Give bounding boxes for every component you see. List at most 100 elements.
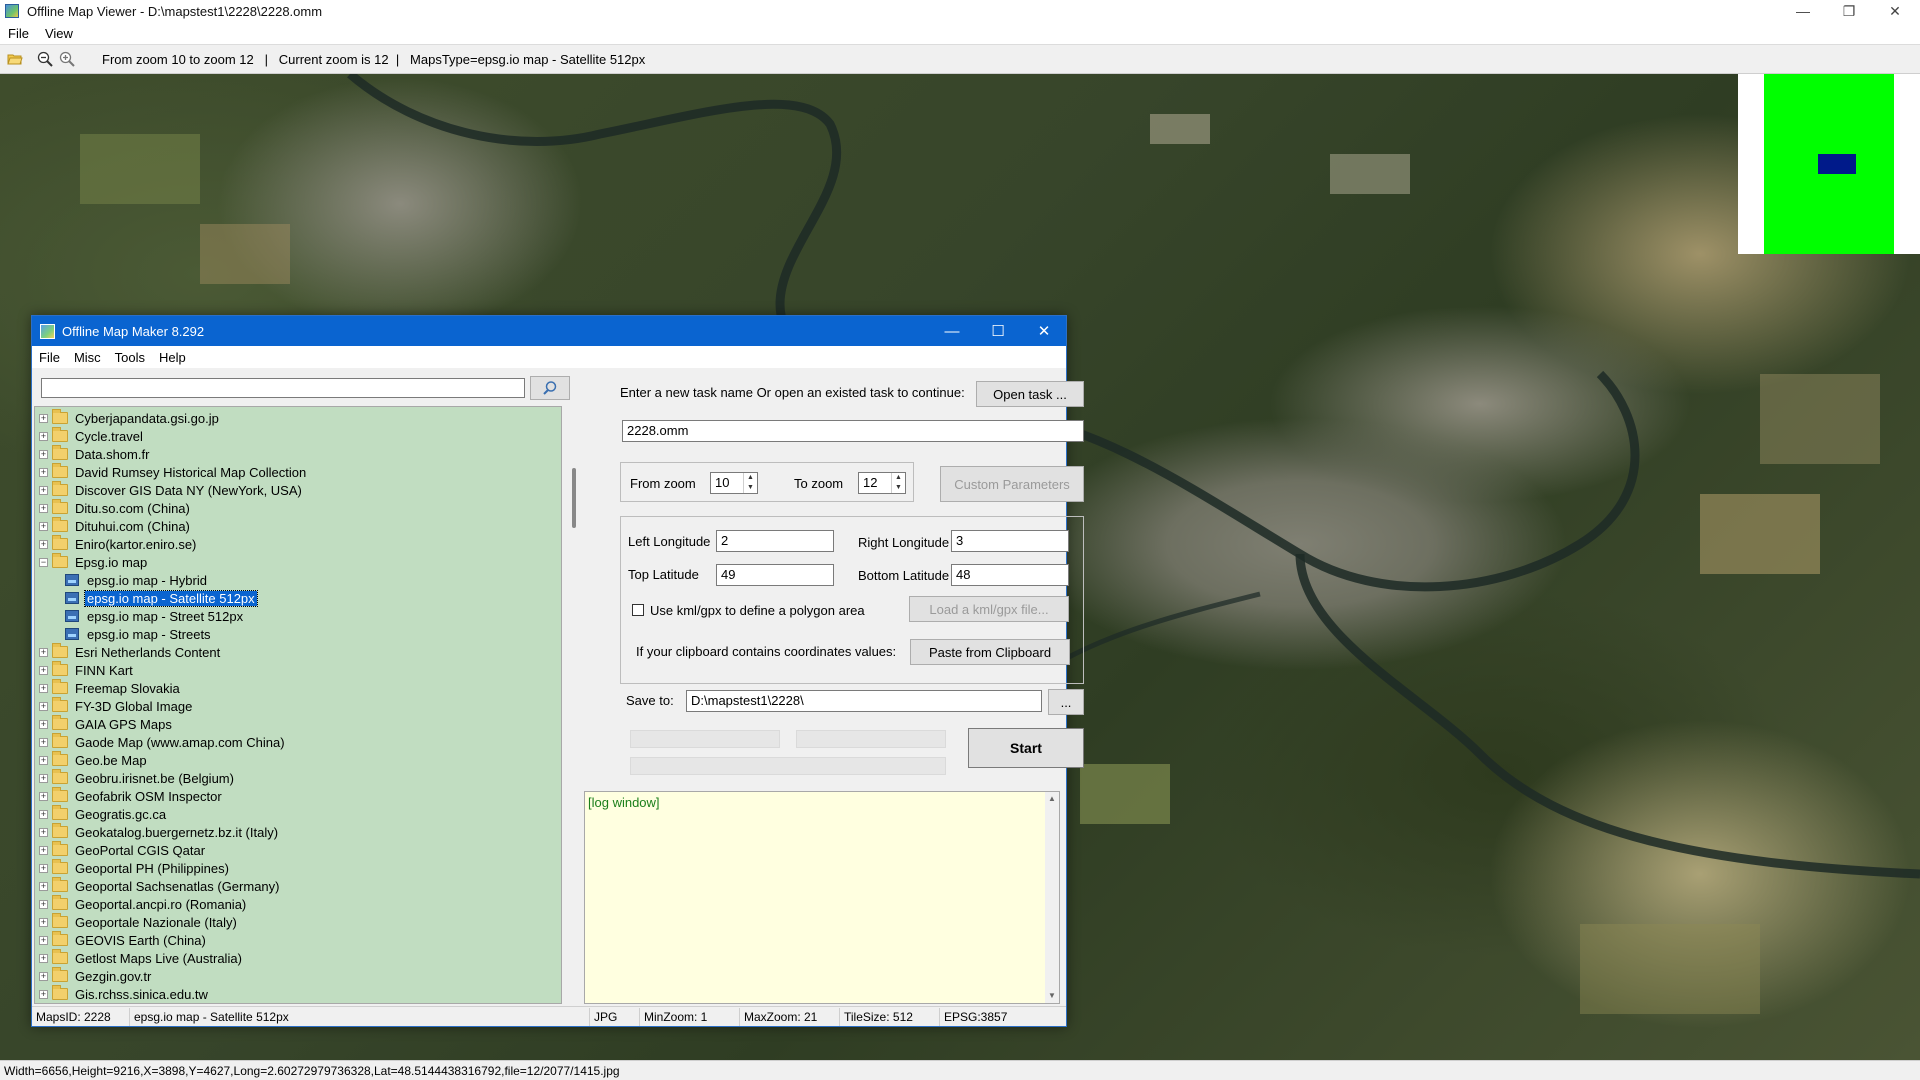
tree-map-item[interactable]: epsg.io map - Street 512px xyxy=(65,607,245,625)
tree-scrollbar[interactable] xyxy=(566,406,584,1004)
chevron-down-icon[interactable]: ▼ xyxy=(892,483,905,493)
expand-icon[interactable]: + xyxy=(39,971,48,981)
tree-folder-item[interactable]: + David Rumsey Historical Map Collection xyxy=(39,463,308,481)
from-zoom-spinner[interactable]: 10 ▲ ▼ xyxy=(710,472,758,494)
tree-map-item[interactable]: epsg.io map - Hybrid xyxy=(65,571,209,589)
expand-icon[interactable]: + xyxy=(39,719,48,729)
tree-folder-item[interactable]: + GeoPortal CGIS Qatar xyxy=(39,841,207,859)
expand-icon[interactable]: + xyxy=(39,539,48,549)
log-window[interactable]: [log window] ▲ ▼ xyxy=(584,791,1060,1004)
tree-folder-item[interactable]: + Data.shom.fr xyxy=(39,445,151,463)
expand-icon[interactable]: + xyxy=(39,683,48,693)
expand-icon[interactable]: + xyxy=(39,935,48,945)
tree-folder-item[interactable]: + GAIA GPS Maps xyxy=(39,715,174,733)
right-longitude-input[interactable]: 3 xyxy=(951,530,1069,552)
tree-folder-item[interactable]: + Cyberjapandata.gsi.go.jp xyxy=(39,409,221,427)
tree-folder-item[interactable]: + Dituhui.com (China) xyxy=(39,517,192,535)
minimize-button[interactable]: — xyxy=(1780,0,1826,22)
bottom-latitude-input[interactable]: 48 xyxy=(951,564,1069,586)
expand-icon[interactable]: + xyxy=(39,485,48,495)
expand-icon[interactable]: + xyxy=(39,737,48,747)
tree-folder-item[interactable]: + Freemap Slovakia xyxy=(39,679,182,697)
expand-icon[interactable]: + xyxy=(39,449,48,459)
tree-folder-item[interactable]: + Gezgin.gov.tr xyxy=(39,967,153,985)
from-zoom-arrows[interactable]: ▲ ▼ xyxy=(743,473,757,493)
task-name-input[interactable]: 2228.omm xyxy=(622,420,1084,442)
tree-folder-item[interactable]: + Discover GIS Data NY (NewYork, USA) xyxy=(39,481,304,499)
save-path-input[interactable]: D:\mapstest1\2228\ xyxy=(686,690,1042,712)
custom-parameters-button[interactable]: Custom Parameters xyxy=(940,466,1084,502)
expand-icon[interactable]: + xyxy=(39,467,48,477)
close-button[interactable]: ✕ xyxy=(1872,0,1918,22)
expand-icon[interactable]: + xyxy=(39,755,48,765)
tree-map-item[interactable]: epsg.io map - Streets xyxy=(65,625,213,643)
expand-icon[interactable]: + xyxy=(39,413,48,423)
menu-file[interactable]: File xyxy=(0,26,37,41)
expand-icon[interactable]: + xyxy=(39,863,48,873)
dialog-close-button[interactable]: ✕ xyxy=(1022,316,1066,346)
expand-icon[interactable]: + xyxy=(39,899,48,909)
overview-viewport[interactable] xyxy=(1818,154,1856,174)
tree-folder-item[interactable]: + Cycle.travel xyxy=(39,427,145,445)
tree-folder-item[interactable]: + Getlost Maps Live (Australia) xyxy=(39,949,244,967)
tree-folder-item[interactable]: + Geo.be Map xyxy=(39,751,149,769)
chevron-up-icon[interactable]: ▲ xyxy=(892,473,905,483)
map-source-tree[interactable]: + Cyberjapandata.gsi.go.jp + Cycle.travel + D… xyxy=(34,406,562,1004)
left-longitude-input[interactable]: 2 xyxy=(716,530,834,552)
expand-icon[interactable]: + xyxy=(39,431,48,441)
scroll-up-icon[interactable]: ▲ xyxy=(1045,792,1059,806)
tree-folder-item[interactable]: + Geobru.irisnet.be (Belgium) xyxy=(39,769,236,787)
tree-folder-item[interactable]: + Geoportale Nazionale (Italy) xyxy=(39,913,239,931)
tree-folder-item[interactable]: + Geokatalog.buergernetz.bz.it (Italy) xyxy=(39,823,280,841)
kml-checkbox[interactable] xyxy=(632,604,644,616)
tree-folder-item[interactable]: + Geoportal Sachsenatlas (Germany) xyxy=(39,877,281,895)
menu-misc[interactable]: Misc xyxy=(67,350,108,365)
menu-view[interactable]: View xyxy=(37,26,81,41)
tree-map-item[interactable]: epsg.io map - Satellite 512px xyxy=(65,589,258,607)
tree-folder-item[interactable]: + Gis.rchss.sinica.edu.tw xyxy=(39,985,210,1003)
tree-folder-item[interactable]: + GEOVIS Earth (China) xyxy=(39,931,208,949)
paste-clipboard-button[interactable]: Paste from Clipboard xyxy=(910,639,1070,665)
dialog-maximize-button[interactable]: ☐ xyxy=(976,316,1020,346)
map-overview[interactable] xyxy=(1738,74,1920,254)
map-search-input[interactable] xyxy=(41,378,525,398)
tree-folder-item[interactable]: + Ditu.so.com (China) xyxy=(39,499,192,517)
load-kml-button[interactable]: Load a kml/gpx file... xyxy=(909,596,1069,622)
open-task-button[interactable]: Open task ... xyxy=(976,381,1084,407)
expand-icon[interactable]: + xyxy=(39,845,48,855)
browse-button[interactable]: ... xyxy=(1048,689,1084,715)
tree-folder-item[interactable]: + Gaode Map (www.amap.com China) xyxy=(39,733,287,751)
expand-icon[interactable]: + xyxy=(39,773,48,783)
tree-folder-item[interactable]: + Geogratis.gc.ca xyxy=(39,805,168,823)
zoom-out-button[interactable] xyxy=(34,48,56,70)
expand-icon[interactable]: + xyxy=(39,503,48,513)
chevron-up-icon[interactable]: ▲ xyxy=(744,473,757,483)
menu-file[interactable]: File xyxy=(32,350,67,365)
tree-folder-item[interactable]: + Eniro(kartor.eniro.se) xyxy=(39,535,198,553)
tree-folder-item[interactable]: + FINN Kart xyxy=(39,661,135,679)
chevron-down-icon[interactable]: ▼ xyxy=(744,483,757,493)
scroll-down-icon[interactable]: ▼ xyxy=(1045,989,1059,1003)
expand-icon[interactable]: + xyxy=(39,665,48,675)
tree-folder-item[interactable]: + Geoportal PH (Philippines) xyxy=(39,859,231,877)
open-button[interactable] xyxy=(4,48,26,70)
zoom-in-button[interactable] xyxy=(56,48,78,70)
tree-folder-item[interactable]: + Esri Netherlands Content xyxy=(39,643,222,661)
expand-icon[interactable]: + xyxy=(39,647,48,657)
expand-icon[interactable]: + xyxy=(39,917,48,927)
tree-folder-item[interactable]: − Epsg.io map xyxy=(39,553,149,571)
tree-folder-item[interactable]: + FY-3D Global Image xyxy=(39,697,194,715)
expand-icon[interactable]: + xyxy=(39,701,48,711)
tree-folder-item[interactable]: + Geofabrik OSM Inspector xyxy=(39,787,224,805)
expand-icon[interactable]: + xyxy=(39,989,48,999)
tree-scroll-thumb[interactable] xyxy=(572,468,576,528)
log-scrollbar[interactable]: ▲ ▼ xyxy=(1045,792,1059,1003)
top-latitude-input[interactable]: 49 xyxy=(716,564,834,586)
menu-tools[interactable]: Tools xyxy=(108,350,152,365)
expand-icon[interactable]: + xyxy=(39,809,48,819)
expand-icon[interactable]: + xyxy=(39,953,48,963)
menu-help[interactable]: Help xyxy=(152,350,193,365)
start-button[interactable]: Start xyxy=(968,728,1084,768)
search-button[interactable] xyxy=(530,376,570,400)
restore-button[interactable]: ❐ xyxy=(1826,0,1872,22)
